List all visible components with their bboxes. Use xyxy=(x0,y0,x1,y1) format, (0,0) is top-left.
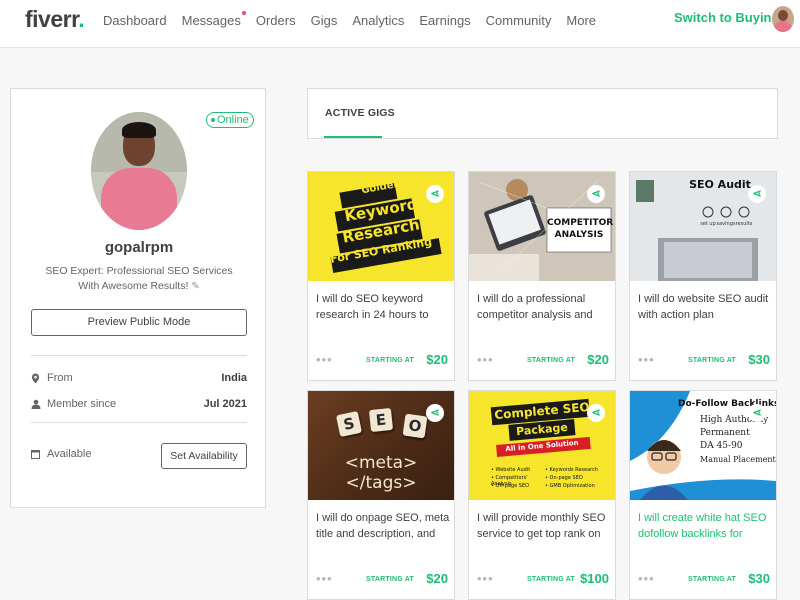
thumb-text: S xyxy=(335,410,363,438)
thumb-text: • Website Audit xyxy=(491,467,531,473)
share-icon[interactable]: ⋖ xyxy=(748,185,766,203)
stat-member-since: Member since Jul 2021 xyxy=(31,398,247,414)
thumb-text: • Keywords Research xyxy=(545,467,599,473)
starting-at-label: STARTING AT xyxy=(527,357,575,364)
gig-price: $30 xyxy=(748,571,770,586)
tab-active-gigs[interactable]: ACTIVE GIGS xyxy=(325,107,395,119)
share-icon[interactable]: ⋖ xyxy=(748,404,766,422)
gig-price: $100 xyxy=(580,571,609,586)
divider xyxy=(31,422,247,423)
thumb-text: </tags> xyxy=(345,473,417,493)
nav-analytics[interactable]: Analytics xyxy=(352,13,404,28)
gig-title[interactable]: I will do onpage SEO, meta title and des… xyxy=(316,510,450,542)
from-value: India xyxy=(221,372,247,384)
nav-gigs[interactable]: Gigs xyxy=(311,13,338,28)
gig-price: $20 xyxy=(426,352,448,367)
gig-thumbnail[interactable]: SEO Audit set up savings results ⋖ xyxy=(630,172,776,281)
gig-card[interactable]: Complete SEO Package All in One Solution… xyxy=(468,390,616,600)
thumb-text: Permanent xyxy=(700,428,750,438)
main-nav: Dashboard Messages Orders Gigs Analytics… xyxy=(103,11,611,28)
from-label: From xyxy=(47,372,73,384)
gig-thumbnail[interactable]: Complete SEO Package All in One Solution… xyxy=(469,391,615,500)
calendar-icon xyxy=(31,449,40,462)
thumb-text: O xyxy=(402,413,428,439)
thumb-text: Manual Placement xyxy=(700,455,776,464)
member-since-label: Member since xyxy=(47,398,117,410)
profile-card: Online gopalrpm SEO Expert: Professional… xyxy=(10,88,266,508)
thumb-text: ANALYSIS xyxy=(554,230,604,240)
starting-at-label: STARTING AT xyxy=(688,576,736,583)
more-options-icon[interactable]: ••• xyxy=(477,572,494,585)
thumb-text: E xyxy=(368,407,394,433)
more-options-icon[interactable]: ••• xyxy=(316,572,333,585)
top-header: fiverr. Dashboard Messages Orders Gigs A… xyxy=(0,0,800,48)
thumb-text: • Off-page SEO xyxy=(491,483,530,489)
more-options-icon[interactable]: ••• xyxy=(638,353,655,366)
unread-dot xyxy=(241,11,246,15)
starting-at-label: STARTING AT xyxy=(366,357,414,364)
nav-messages[interactable]: Messages xyxy=(182,11,246,28)
gig-thumbnail[interactable]: S E O <meta> </tags> ⋖ xyxy=(308,391,454,500)
more-options-icon[interactable]: ••• xyxy=(638,572,655,585)
user-avatar[interactable] xyxy=(772,6,794,32)
gig-title[interactable]: I will do a professional competitor anal… xyxy=(477,291,611,323)
available-label: Available xyxy=(47,448,92,460)
more-options-icon[interactable]: ••• xyxy=(316,353,333,366)
stat-availability: Available xyxy=(31,448,151,464)
set-availability-button[interactable]: Set Availability xyxy=(161,443,247,469)
gig-price: $20 xyxy=(587,352,609,367)
gig-thumbnail[interactable]: COMPETITOR ANALYSIS ⋖ xyxy=(469,172,615,281)
member-since-value: Jul 2021 xyxy=(203,398,247,410)
gig-card[interactable]: Golden Keyword Research For SEO Ranking … xyxy=(307,171,455,381)
thumb-text: COMPETITOR xyxy=(547,218,614,228)
nav-community[interactable]: Community xyxy=(486,13,552,28)
stat-from: From India xyxy=(31,372,247,388)
thumb-text: DA 45-90 xyxy=(700,441,743,451)
active-tab-indicator xyxy=(324,136,382,138)
preview-public-mode-button[interactable]: Preview Public Mode xyxy=(31,309,247,336)
profile-avatar[interactable] xyxy=(91,112,187,230)
profile-username: gopalrpm xyxy=(104,239,174,256)
nav-more[interactable]: More xyxy=(566,13,596,28)
nav-orders[interactable]: Orders xyxy=(256,13,296,28)
gig-price: $30 xyxy=(748,352,770,367)
fiverr-logo[interactable]: fiverr. xyxy=(25,6,85,33)
gig-title[interactable]: I will create white hat SEO dofollow bac… xyxy=(638,510,772,542)
gig-card[interactable]: SEO Audit set up savings results ⋖ I wil… xyxy=(629,171,777,381)
gig-price: $20 xyxy=(426,571,448,586)
thumb-text: results xyxy=(735,221,753,227)
gig-thumbnail[interactable]: Golden Keyword Research For SEO Ranking … xyxy=(308,172,454,281)
location-pin-icon xyxy=(31,373,40,387)
gig-title[interactable]: I will provide monthly SEO service to ge… xyxy=(477,510,611,542)
gigs-tab-bar: ACTIVE GIGS xyxy=(307,88,778,139)
starting-at-label: STARTING AT xyxy=(366,576,414,583)
divider xyxy=(31,355,247,356)
gig-title[interactable]: I will do SEO keyword research in 24 hou… xyxy=(316,291,450,323)
thumb-text: • GMB Optimization xyxy=(545,483,595,489)
nav-dashboard[interactable]: Dashboard xyxy=(103,13,167,28)
share-icon[interactable]: ⋖ xyxy=(426,185,444,203)
share-icon[interactable]: ⋖ xyxy=(587,185,605,203)
gig-card[interactable]: S E O <meta> </tags> ⋖ I will do onpage … xyxy=(307,390,455,600)
gig-card[interactable]: Do-Follow Backlinks High Authority Perma… xyxy=(629,390,777,600)
share-icon[interactable]: ⋖ xyxy=(426,404,444,422)
gig-title[interactable]: I will do website SEO audit with action … xyxy=(638,291,772,323)
starting-at-label: STARTING AT xyxy=(688,357,736,364)
nav-earnings[interactable]: Earnings xyxy=(419,13,470,28)
user-icon xyxy=(31,399,41,412)
thumb-text: <meta> xyxy=(344,453,418,473)
starting-at-label: STARTING AT xyxy=(527,576,575,583)
gig-thumbnail[interactable]: Do-Follow Backlinks High Authority Perma… xyxy=(630,391,776,500)
profile-tagline: SEO Expert: Professional SEO Services Wi… xyxy=(45,265,233,292)
switch-to-buying-link[interactable]: Switch to Buying xyxy=(674,10,779,25)
share-icon[interactable]: ⋖ xyxy=(587,404,605,422)
more-options-icon[interactable]: ••• xyxy=(477,353,494,366)
online-status-badge: Online xyxy=(206,112,254,128)
gig-card[interactable]: COMPETITOR ANALYSIS ⋖ I will do a profes… xyxy=(468,171,616,381)
edit-pencil-icon[interactable]: ✎ xyxy=(191,281,199,292)
thumb-text: • On-page SEO xyxy=(545,475,583,481)
